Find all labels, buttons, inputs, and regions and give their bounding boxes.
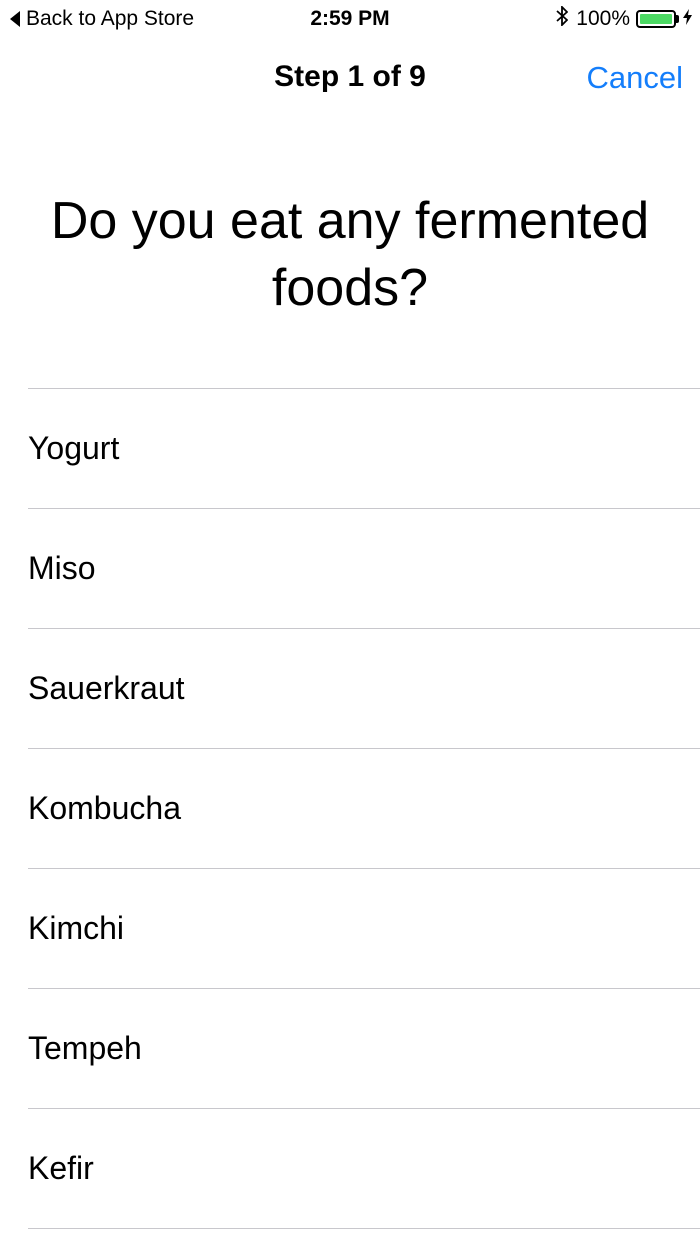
battery-icon (636, 10, 676, 28)
option-sauerkraut[interactable]: Sauerkraut (28, 629, 700, 749)
battery-nub (676, 15, 679, 23)
bolt-icon (683, 8, 692, 30)
option-label: Miso (28, 550, 96, 586)
question-text: Do you eat any fermented foods? (50, 192, 650, 317)
option-kombucha[interactable]: Kombucha (28, 749, 700, 869)
status-bar: Back to App Store 2:59 PM 100% (0, 0, 700, 38)
option-label: Kefir (28, 1150, 94, 1186)
navigation-bar: Step 1 of 9 Cancel (0, 38, 700, 122)
bluetooth-icon (556, 4, 569, 32)
option-label: Kimchi (28, 910, 125, 946)
cancel-button[interactable]: Cancel (587, 60, 684, 96)
option-miso[interactable]: Miso (28, 509, 700, 629)
option-label: Yogurt (28, 430, 120, 466)
answer-options-list: Yogurt Miso Sauerkraut Kombucha Kimchi Tempeh… (28, 388, 700, 1229)
option-tempeh[interactable]: Tempeh (28, 989, 700, 1109)
option-label: Kombucha (28, 790, 181, 826)
option-kefir[interactable]: Kefir (28, 1109, 700, 1229)
battery-percent: 100% (576, 7, 630, 30)
option-kimchi[interactable]: Kimchi (28, 869, 700, 989)
option-label: Sauerkraut (28, 670, 185, 706)
option-yogurt[interactable]: Yogurt (28, 389, 700, 509)
option-label: Tempeh (28, 1030, 142, 1066)
battery-level-fill (640, 14, 672, 24)
status-indicators: 100% (556, 4, 692, 32)
